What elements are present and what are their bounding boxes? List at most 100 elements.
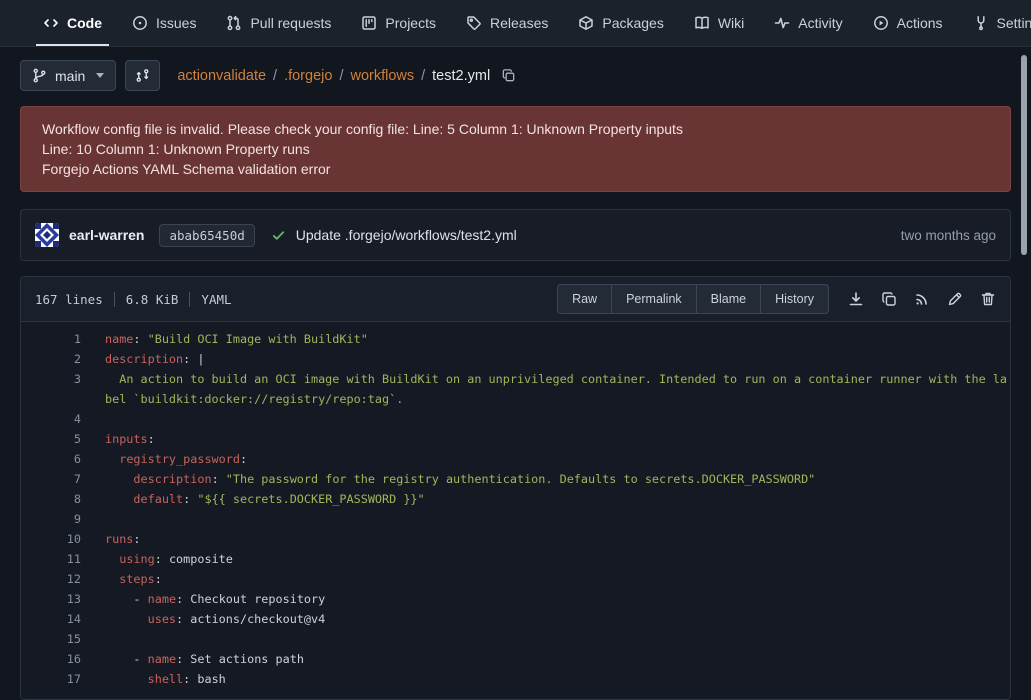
file-meta: 167 lines 6.8 KiB YAML: [35, 292, 232, 307]
tab-pull-requests[interactable]: Pull requests: [213, 0, 344, 46]
meta-divider: [114, 292, 115, 307]
line-number[interactable]: 14: [21, 609, 81, 629]
avatar[interactable]: [35, 223, 59, 247]
code-line: 16 - name: Set actions path: [21, 649, 1010, 669]
delete-icon[interactable]: [980, 291, 996, 307]
tab-label: Issues: [156, 15, 196, 31]
copy-path-icon[interactable]: [501, 68, 516, 83]
line-number[interactable]: 2: [21, 349, 81, 369]
tab-packages[interactable]: Packages: [565, 0, 676, 46]
compare-button[interactable]: [125, 60, 160, 91]
permalink-button[interactable]: Permalink: [611, 284, 696, 314]
package-icon: [578, 15, 594, 31]
branch-breadcrumb-row: main actionvalidate / .forgejo / workflo…: [0, 47, 1031, 91]
tab-label: Wiki: [718, 15, 744, 31]
tab-projects[interactable]: Projects: [348, 0, 449, 46]
commit-message[interactable]: Update .forgejo/workflows/test2.yml: [296, 227, 517, 243]
book-icon: [694, 15, 710, 31]
tab-label: Projects: [385, 15, 436, 31]
code-line: 14 uses: actions/checkout@v4: [21, 609, 1010, 629]
line-number[interactable]: 4: [21, 409, 81, 429]
line-number[interactable]: 8: [21, 489, 81, 509]
code-line: 6 registry_password:: [21, 449, 1010, 469]
breadcrumb-repo[interactable]: actionvalidate: [177, 68, 266, 84]
breadcrumb-separator: /: [273, 68, 277, 84]
commit-status-check-icon[interactable]: [271, 228, 286, 243]
latest-commit-box: earl-warren abab65450d Update .forgejo/w…: [20, 209, 1011, 261]
code-line: 13 - name: Checkout repository: [21, 589, 1010, 609]
git-compare-icon: [135, 68, 150, 83]
line-number[interactable]: 12: [21, 569, 81, 589]
line-number[interactable]: 6: [21, 449, 81, 469]
tab-label: Settings: [997, 15, 1031, 31]
tab-releases[interactable]: Releases: [453, 0, 561, 46]
line-number[interactable]: 9: [21, 509, 81, 529]
tab-label: Releases: [490, 15, 548, 31]
file-header: 167 lines 6.8 KiB YAML Raw Permalink Bla…: [21, 277, 1010, 322]
code-line: 1name: "Build OCI Image with BuildKit": [21, 329, 1010, 349]
tab-label: Packages: [602, 15, 663, 31]
pulse-icon: [774, 15, 790, 31]
code-text: uses: actions/checkout@v4: [81, 609, 1010, 629]
issue-icon: [132, 15, 148, 31]
breadcrumb-dir-forgejo[interactable]: .forgejo: [284, 68, 332, 84]
line-number[interactable]: 16: [21, 649, 81, 669]
line-number[interactable]: 15: [21, 629, 81, 649]
breadcrumb-dir-workflows[interactable]: workflows: [350, 68, 414, 84]
error-line: Workflow config file is invalid. Please …: [42, 119, 989, 139]
tab-label: Code: [67, 15, 102, 31]
code-text: name: "Build OCI Image with BuildKit": [81, 329, 1010, 349]
commit-author[interactable]: earl-warren: [69, 227, 144, 243]
line-number[interactable]: 11: [21, 549, 81, 569]
repo-navbar: Code Issues Pull requests Projects Relea…: [0, 0, 1031, 47]
code-line: 5inputs:: [21, 429, 1010, 449]
meta-divider: [189, 292, 190, 307]
tab-settings[interactable]: Settings: [960, 0, 1031, 46]
project-icon: [361, 15, 377, 31]
tab-actions[interactable]: Actions: [860, 0, 956, 46]
code-line: 17 shell: bash: [21, 669, 1010, 689]
branch-selector[interactable]: main: [20, 60, 116, 91]
line-number[interactable]: 5: [21, 429, 81, 449]
file-action-icons: [848, 291, 996, 307]
line-number[interactable]: 3: [21, 369, 81, 409]
rss-icon[interactable]: [914, 291, 930, 307]
download-icon[interactable]: [848, 291, 864, 307]
code-lines: 1name: "Build OCI Image with BuildKit"2d…: [21, 329, 1010, 689]
line-number[interactable]: 1: [21, 329, 81, 349]
code-view: 1name: "Build OCI Image with BuildKit"2d…: [21, 322, 1010, 699]
line-number[interactable]: 7: [21, 469, 81, 489]
history-button[interactable]: History: [760, 284, 829, 314]
code-text: description: "The password for the regis…: [81, 469, 1010, 489]
line-number[interactable]: 10: [21, 529, 81, 549]
tab-code[interactable]: Code: [30, 0, 115, 46]
code-line: 8 default: "${{ secrets.DOCKER_PASSWORD …: [21, 489, 1010, 509]
breadcrumb: actionvalidate / .forgejo / workflows / …: [177, 68, 516, 84]
code-text: [81, 629, 1010, 649]
code-text: [81, 409, 1010, 429]
edit-icon[interactable]: [947, 291, 963, 307]
line-number[interactable]: 17: [21, 669, 81, 689]
tab-activity[interactable]: Activity: [761, 0, 855, 46]
tab-wiki[interactable]: Wiki: [681, 0, 757, 46]
tab-label: Pull requests: [250, 15, 331, 31]
code-text: inputs:: [81, 429, 1010, 449]
file-line-count: 167 lines: [35, 292, 103, 307]
code-line: 2description: |: [21, 349, 1010, 369]
file-view-panel: 167 lines 6.8 KiB YAML Raw Permalink Bla…: [20, 276, 1011, 700]
branch-name: main: [55, 68, 85, 84]
code-text: steps:: [81, 569, 1010, 589]
code-line: 12 steps:: [21, 569, 1010, 589]
code-text: - name: Checkout repository: [81, 589, 1010, 609]
tab-issues[interactable]: Issues: [119, 0, 209, 46]
commit-hash-badge[interactable]: abab65450d: [159, 224, 254, 247]
tab-label: Actions: [897, 15, 943, 31]
page-scrollbar[interactable]: [1021, 55, 1027, 255]
file-size: 6.8 KiB: [126, 292, 179, 307]
code-line: 11 using: composite: [21, 549, 1010, 569]
workflow-error-banner: Workflow config file is invalid. Please …: [20, 106, 1011, 192]
blame-button[interactable]: Blame: [696, 284, 760, 314]
raw-button[interactable]: Raw: [557, 284, 611, 314]
line-number[interactable]: 13: [21, 589, 81, 609]
copy-icon[interactable]: [881, 291, 897, 307]
